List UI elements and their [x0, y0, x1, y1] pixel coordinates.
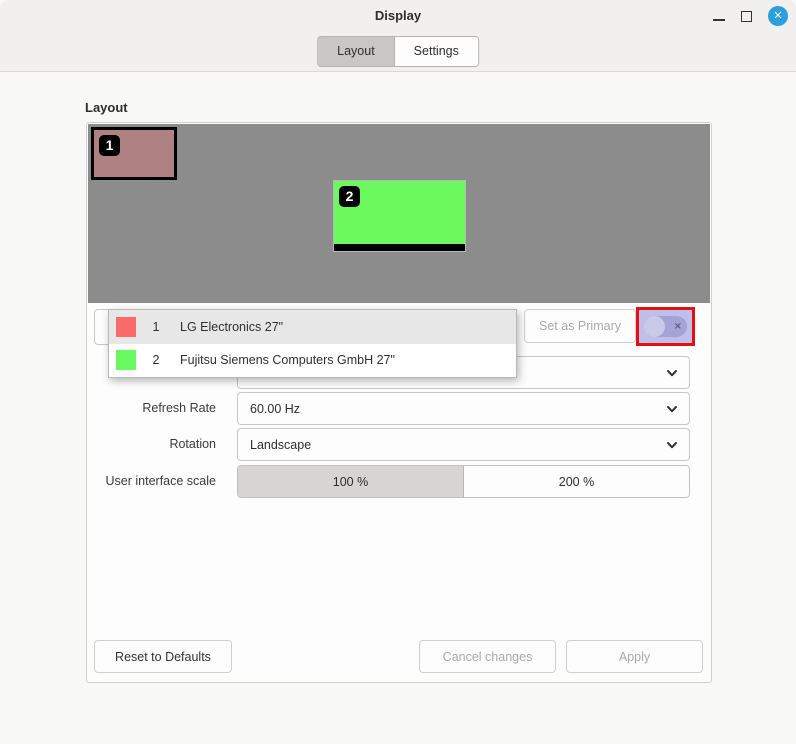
menu-item-name: LG Electronics 27"	[180, 319, 284, 334]
monitor-menu-popup: 1 LG Electronics 27" 2 Fujitsu Siemens C…	[108, 309, 517, 378]
rotation-value: Landscape	[250, 437, 312, 452]
tab-layout[interactable]: Layout	[318, 37, 395, 66]
toggle-off-icon: ✕	[673, 321, 682, 332]
ui-scale-label: User interface scale	[105, 474, 216, 488]
scale-option-100[interactable]: 100 %	[238, 466, 464, 497]
cancel-changes-button[interactable]: Cancel changes	[419, 640, 556, 673]
menu-item-name: Fujitsu Siemens Computers GmbH 27"	[180, 353, 395, 368]
ui-scale-segmented-control: 100 % 200 %	[237, 465, 690, 498]
set-as-primary-button[interactable]: Set as Primary	[524, 309, 636, 343]
monitor-2-badge: 2	[339, 186, 360, 207]
layout-panel: 1 2 Set as Primary ✕ 1 LG Electronics 27…	[86, 122, 712, 683]
chevron-down-icon	[665, 366, 679, 380]
tab-settings[interactable]: Settings	[394, 37, 478, 66]
titlebar: Display ✕ Layout Settings	[0, 0, 796, 72]
monitor-2[interactable]: 2	[333, 180, 466, 252]
window-controls: ✕	[713, 5, 788, 27]
monitor-arrangement-canvas[interactable]: 1 2	[88, 124, 710, 303]
menu-item-monitor-2[interactable]: 2 Fujitsu Siemens Computers GmbH 27"	[109, 344, 516, 378]
monitor-enabled-toggle[interactable]: ✕	[636, 307, 695, 346]
refresh-rate-dropdown[interactable]: 60.00 Hz	[237, 392, 690, 425]
apply-button[interactable]: Apply	[566, 640, 703, 673]
refresh-rate-label: Refresh Rate	[142, 401, 216, 415]
rotation-dropdown[interactable]: Landscape	[237, 428, 690, 461]
close-icon[interactable]: ✕	[768, 6, 788, 26]
menu-item-number: 1	[152, 319, 160, 334]
maximize-icon[interactable]	[741, 10, 752, 22]
monitor-2-swatch	[116, 350, 136, 371]
monitor-1[interactable]: 1	[91, 127, 177, 180]
rotation-label: Rotation	[169, 437, 216, 451]
scale-option-200[interactable]: 200 %	[464, 466, 689, 497]
view-tabs: Layout Settings	[317, 36, 479, 67]
monitor-1-badge: 1	[99, 135, 120, 156]
window-title: Display	[374, 8, 422, 23]
monitor-2-stand	[334, 244, 465, 251]
minimize-icon[interactable]	[713, 19, 725, 21]
toggle-track: ✕	[644, 316, 687, 337]
toggle-knob	[644, 316, 665, 337]
refresh-rate-value: 60.00 Hz	[250, 401, 301, 416]
menu-item-monitor-1[interactable]: 1 LG Electronics 27"	[109, 310, 516, 344]
reset-to-defaults-button[interactable]: Reset to Defaults	[94, 640, 232, 673]
menu-item-number: 2	[152, 353, 160, 368]
chevron-down-icon	[665, 402, 679, 416]
section-heading: Layout	[85, 100, 128, 115]
chevron-down-icon	[665, 438, 679, 452]
monitor-1-swatch	[116, 316, 136, 337]
